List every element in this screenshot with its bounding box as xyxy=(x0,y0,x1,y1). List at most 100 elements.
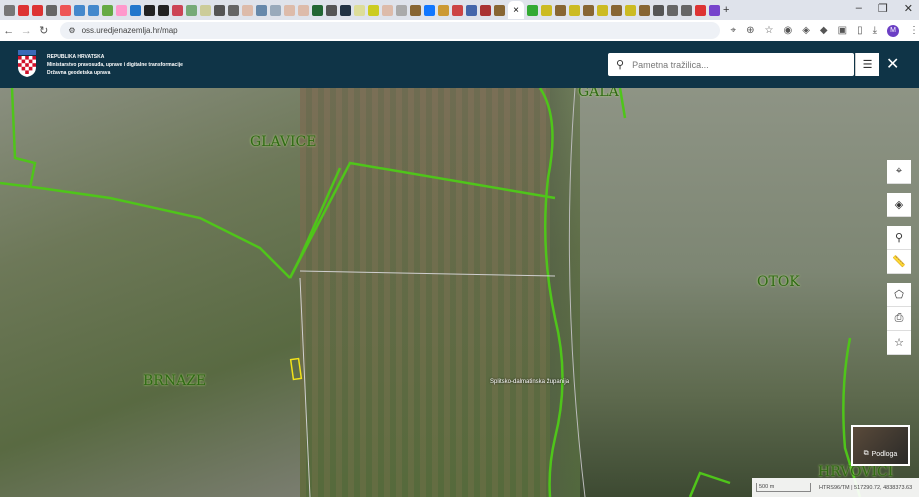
tab-favicon[interactable] xyxy=(667,4,678,16)
tab-favicon[interactable] xyxy=(653,4,664,16)
layers-icon: ◈ xyxy=(894,199,904,211)
favorites-button[interactable]: ☆ xyxy=(887,331,911,355)
tab-favicon[interactable] xyxy=(158,4,169,16)
tab-favicon[interactable] xyxy=(625,4,636,16)
close-icon[interactable]: ✕ xyxy=(886,54,899,74)
tab-favicon[interactable] xyxy=(60,4,71,16)
close-window-icon[interactable]: ✕ xyxy=(904,2,913,15)
tab-favicon[interactable] xyxy=(102,4,113,16)
tab-favicon[interactable] xyxy=(709,4,720,16)
tab-favicon[interactable] xyxy=(396,4,407,16)
tab-favicon[interactable] xyxy=(382,4,393,16)
tab-favicon[interactable] xyxy=(368,4,379,16)
smart-search-input[interactable]: ⚲ Pametna tražilica... xyxy=(608,53,854,76)
tab-favicon[interactable] xyxy=(32,4,43,16)
tab-favicon[interactable] xyxy=(186,4,197,16)
star-icon: ☆ xyxy=(894,337,904,349)
tab-favicon[interactable] xyxy=(410,4,421,16)
forward-icon[interactable]: → xyxy=(17,25,34,37)
extensions-puzzle-icon[interactable]: ▣ xyxy=(838,25,847,37)
tab-favicon[interactable] xyxy=(639,4,650,16)
tab-favicon[interactable] xyxy=(494,4,505,16)
bookmark-star-icon[interactable]: ☆ xyxy=(765,25,774,37)
location-button[interactable]: ⌖ xyxy=(887,160,911,184)
map-canvas[interactable]: GLAVICE GALA OTOK BRNAZE HRVOVIĆI Splits… xyxy=(0,88,919,497)
tab-favicon[interactable] xyxy=(200,4,211,16)
tab-favicon[interactable] xyxy=(340,4,351,16)
tab-favicon[interactable] xyxy=(214,4,225,16)
tab-active[interactable]: × xyxy=(508,1,524,19)
zoom-search-button[interactable]: ⚲ xyxy=(887,226,911,250)
croatian-coat-of-arms-logo xyxy=(18,50,36,77)
tab-favicon[interactable] xyxy=(130,4,141,16)
search-placeholder: Pametna tražilica... xyxy=(632,59,709,70)
boundary-lines xyxy=(0,88,862,497)
tab-favicon[interactable] xyxy=(611,4,622,16)
tab-favicon[interactable] xyxy=(597,4,608,16)
tab-favicon[interactable] xyxy=(18,4,29,16)
site-info-icon[interactable]: ⚙ xyxy=(68,26,75,35)
tab-favicon[interactable] xyxy=(298,4,309,16)
zoom-icon[interactable]: ⊕ xyxy=(746,25,754,37)
extension-icon[interactable]: ◉ xyxy=(783,25,792,37)
tab-favicon[interactable] xyxy=(256,4,267,16)
tab-favicon[interactable] xyxy=(569,4,580,16)
measure-button[interactable]: 📏 xyxy=(887,250,911,274)
place-label: GLAVICE xyxy=(250,134,317,150)
tab-favicon[interactable] xyxy=(144,4,155,16)
place-label: BRNAZE xyxy=(143,373,207,389)
basemap-switcher[interactable]: ⧉ Podloga xyxy=(851,425,910,466)
search-filter-button[interactable]: ☰ xyxy=(855,53,879,76)
minimize-icon[interactable]: – xyxy=(856,2,862,15)
tab-favicon[interactable] xyxy=(284,4,295,16)
extension-icon[interactable]: ◈ xyxy=(802,25,810,37)
map-status-bar: 500 m HTRS96/TM | 517290.72, 4838373.63 xyxy=(752,478,919,497)
tab-favicon[interactable] xyxy=(4,4,15,16)
tab-favicon[interactable] xyxy=(681,4,692,16)
tab-favicon[interactable] xyxy=(583,4,594,16)
tab-favicon[interactable] xyxy=(74,4,85,16)
tab-favicon[interactable] xyxy=(116,4,127,16)
toolbar-icons: ⌖ ⊕ ☆ ◉ ◈ ◆ ▣ ▯ ⤓ M ⋮ xyxy=(730,24,919,37)
place-label: OTOK xyxy=(757,274,800,290)
sliders-icon: ☰ xyxy=(862,59,873,71)
tab-favicon[interactable] xyxy=(46,4,57,16)
tab-favicon[interactable] xyxy=(480,4,491,16)
tab-favicon[interactable] xyxy=(527,4,538,16)
layers-button[interactable]: ◈ xyxy=(887,193,911,217)
tab-favicon[interactable] xyxy=(312,4,323,16)
tab-favicon[interactable] xyxy=(466,4,477,16)
tab-favicon[interactable] xyxy=(354,4,365,16)
draw-button[interactable]: ⬠ xyxy=(887,283,911,307)
reload-icon[interactable]: ↻ xyxy=(35,24,52,37)
tab-favicon[interactable] xyxy=(541,4,552,16)
zoom-icon: ⚲ xyxy=(894,232,904,244)
tab-favicon[interactable] xyxy=(695,4,706,16)
restore-icon[interactable]: ❐ xyxy=(878,2,888,15)
download-icon[interactable]: ⤓ xyxy=(873,25,877,37)
tab-favicon[interactable] xyxy=(452,4,463,16)
tab-close-icon[interactable]: × xyxy=(513,5,519,16)
address-bar: ← → ↻ ⚙ oss.uredjenazemlja.hr/map ⌖ ⊕ ☆ … xyxy=(0,20,919,41)
tab-favicon[interactable] xyxy=(555,4,566,16)
tab-favicon[interactable] xyxy=(88,4,99,16)
url-field[interactable]: ⚙ oss.uredjenazemlja.hr/map xyxy=(60,22,721,39)
tab-favicon[interactable] xyxy=(424,4,435,16)
tab-favicon[interactable] xyxy=(242,4,253,16)
polygon-icon: ⬠ xyxy=(894,289,904,301)
menu-icon[interactable]: ⋮ xyxy=(909,25,919,37)
back-icon[interactable]: ← xyxy=(0,25,17,37)
tab-favicon[interactable] xyxy=(326,4,337,16)
print-button[interactable]: ⎙ xyxy=(887,307,911,331)
tab-favicon[interactable] xyxy=(228,4,239,16)
scale-bar: 500 m xyxy=(756,483,811,492)
new-tab-button[interactable]: + xyxy=(723,4,729,16)
extension-icon[interactable]: ◆ xyxy=(820,25,828,37)
sidepanel-icon[interactable]: ▯ xyxy=(857,25,863,37)
profile-avatar[interactable]: M xyxy=(887,24,899,37)
tab-favicon[interactable] xyxy=(438,4,449,16)
place-label: GALA xyxy=(578,88,619,100)
tab-favicon[interactable] xyxy=(270,4,281,16)
tab-favicon[interactable] xyxy=(172,4,183,16)
location-icon[interactable]: ⌖ xyxy=(730,25,736,37)
